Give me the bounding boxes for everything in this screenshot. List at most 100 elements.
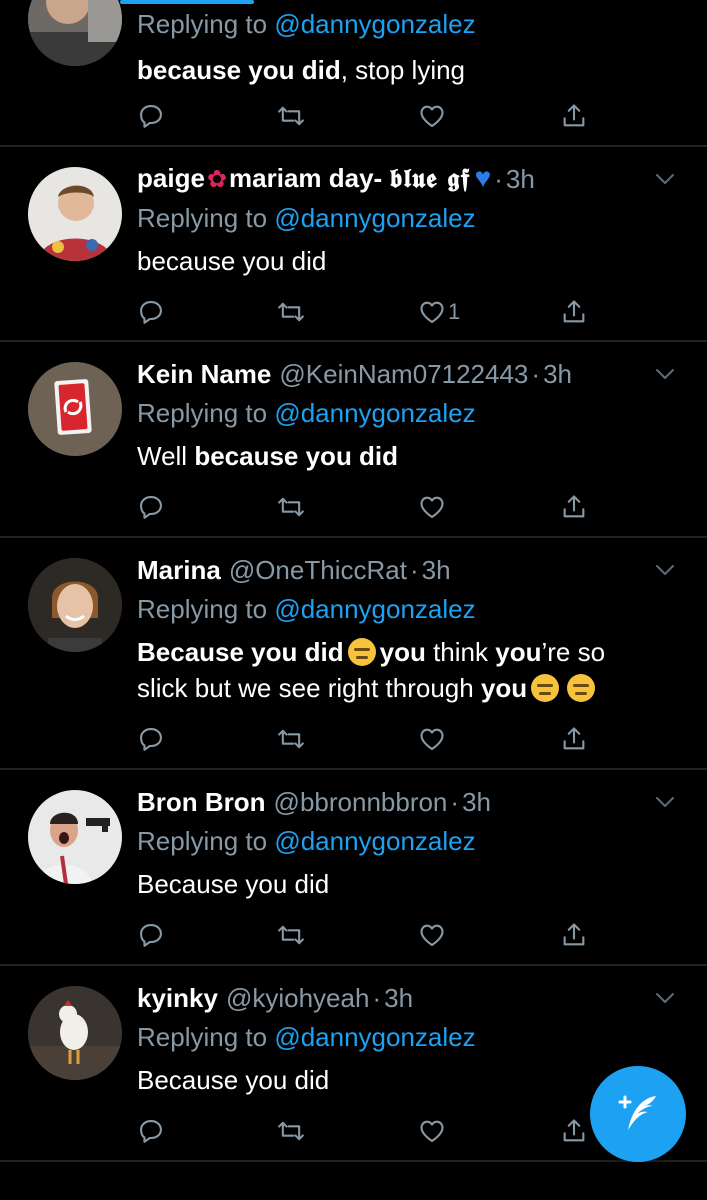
like-button[interactable]: [418, 96, 446, 136]
replying-to-label: Replying to: [137, 594, 268, 624]
reply-button[interactable]: [137, 719, 165, 759]
user-handle[interactable]: @kyiohyeah: [226, 980, 369, 1016]
chevron-down-icon[interactable]: [653, 362, 677, 386]
reply-button[interactable]: [137, 487, 165, 527]
share-icon: [560, 725, 588, 753]
retweet-icon: [277, 102, 305, 130]
avatar[interactable]: [28, 0, 122, 66]
tweet-time[interactable]: 3h: [543, 356, 572, 392]
avatar[interactable]: [28, 167, 122, 261]
tweet-text: Because you did you think you’re so slick…: [137, 634, 687, 706]
compose-tweet-button[interactable]: [590, 1066, 686, 1162]
reply-button[interactable]: [137, 915, 165, 955]
like-button[interactable]: [418, 1111, 446, 1151]
tweet-2[interactable]: Kein Name @KeinNam07122443 · 3h Replying…: [0, 342, 707, 538]
like-button[interactable]: [418, 719, 446, 759]
reply-icon: [137, 493, 165, 521]
chevron-down-icon[interactable]: [653, 167, 677, 191]
chevron-down-icon[interactable]: [653, 558, 677, 582]
mention-link[interactable]: @dannygonzalez: [274, 398, 475, 428]
tweet-1[interactable]: paige✿mariam day- 𝖇𝖑𝖚𝖊 𝖌𝖋 ♥ · 3h Replying…: [0, 147, 707, 342]
display-name-part: paige: [137, 163, 205, 193]
display-name[interactable]: Kein Name: [137, 356, 271, 392]
tweet-0[interactable]: Replying to @dannygonzalez because you d…: [0, 0, 707, 147]
avatar[interactable]: [28, 790, 122, 884]
tweet-time[interactable]: 3h: [506, 161, 535, 197]
like-button[interactable]: [418, 487, 446, 527]
user-handle[interactable]: @KeinNam07122443: [279, 356, 528, 392]
heart-icon: [418, 298, 446, 326]
retweet-button[interactable]: [277, 96, 305, 136]
share-button[interactable]: [560, 915, 588, 955]
tweet-text-plain: think: [425, 637, 496, 667]
separator-dot: ·: [494, 164, 503, 194]
mention-link[interactable]: @dannygonzalez: [274, 826, 475, 856]
avatar[interactable]: [28, 362, 122, 456]
share-button[interactable]: [560, 719, 588, 759]
replying-to-label: Replying to: [137, 203, 268, 233]
display-name-part: mariam day-: [229, 163, 390, 193]
mention-link[interactable]: @dannygonzalez: [274, 203, 475, 233]
retweet-button[interactable]: [277, 915, 305, 955]
share-icon: [560, 298, 588, 326]
expressionless-face-emoji-icon: [347, 638, 376, 666]
tweet-actions: [137, 915, 597, 955]
tweet-4[interactable]: Bron Bron @bbronnbbron · 3h Replying to …: [0, 770, 707, 966]
heart-icon: [418, 493, 446, 521]
retweet-button[interactable]: [277, 719, 305, 759]
retweet-icon: [277, 298, 305, 326]
separator-dot: ·: [409, 555, 419, 585]
retweet-icon: [277, 493, 305, 521]
reply-button[interactable]: [137, 96, 165, 136]
mention-link[interactable]: @dannygonzalez: [274, 1022, 475, 1052]
tweet-text: because you did, stop lying: [137, 52, 687, 88]
mention-link[interactable]: @dannygonzalez: [274, 594, 475, 624]
avatar[interactable]: [28, 986, 122, 1080]
heart-icon: [418, 921, 446, 949]
tweet-3[interactable]: Marina @OneThiccRat · 3h Replying to @da…: [0, 538, 707, 770]
like-count: 1: [448, 299, 461, 324]
hibiscus-emoji-icon: ✿: [206, 166, 228, 193]
retweet-icon: [277, 1117, 305, 1145]
expressionless-face-emoji-icon: [531, 674, 560, 702]
share-button[interactable]: [560, 1111, 588, 1151]
separator-dot: ·: [372, 983, 382, 1013]
user-handle[interactable]: @bbronnbbron: [274, 784, 448, 820]
retweet-button[interactable]: [277, 487, 305, 527]
share-icon: [560, 102, 588, 130]
retweet-button[interactable]: [277, 1111, 305, 1151]
display-name[interactable]: paige✿mariam day- 𝖇𝖑𝖚𝖊 𝖌𝖋 ♥: [137, 160, 491, 198]
tweet-text: because you did: [137, 246, 327, 276]
blue-heart-emoji-icon: ♥: [474, 162, 492, 193]
expressionless-face-emoji-icon: [567, 674, 596, 702]
replying-to-line: Replying to @dannygonzalez: [137, 1019, 687, 1055]
share-icon: [560, 493, 588, 521]
display-name[interactable]: kyinky: [137, 980, 218, 1016]
avatar[interactable]: [28, 558, 122, 652]
tweet-time[interactable]: 3h: [462, 784, 491, 820]
share-button[interactable]: [560, 487, 588, 527]
share-button[interactable]: [560, 292, 588, 332]
replying-to-line: Replying to @dannygonzalez: [137, 591, 687, 627]
mention-link[interactable]: @dannygonzalez: [274, 9, 475, 39]
tweet-text-bold: because you did: [194, 441, 399, 471]
like-button[interactable]: [418, 915, 446, 955]
reply-icon: [137, 1117, 165, 1145]
tweet-actions: [137, 719, 597, 759]
tweet-time[interactable]: 3h: [384, 980, 413, 1016]
display-name[interactable]: Marina: [137, 552, 221, 588]
like-button[interactable]: 1: [418, 292, 460, 332]
replying-to-label: Replying to: [137, 826, 268, 856]
retweet-button[interactable]: [277, 292, 305, 332]
share-button[interactable]: [560, 96, 588, 136]
tweet-header: Bron Bron @bbronnbbron · 3h: [137, 784, 687, 820]
chevron-down-icon[interactable]: [653, 986, 677, 1010]
tweet-actions: [137, 96, 597, 136]
reply-button[interactable]: [137, 292, 165, 332]
user-handle[interactable]: @OneThiccRat: [229, 552, 407, 588]
tweet-time[interactable]: 3h: [422, 552, 451, 588]
heart-icon: [418, 1117, 446, 1145]
reply-button[interactable]: [137, 1111, 165, 1151]
display-name[interactable]: Bron Bron: [137, 784, 266, 820]
chevron-down-icon[interactable]: [653, 790, 677, 814]
